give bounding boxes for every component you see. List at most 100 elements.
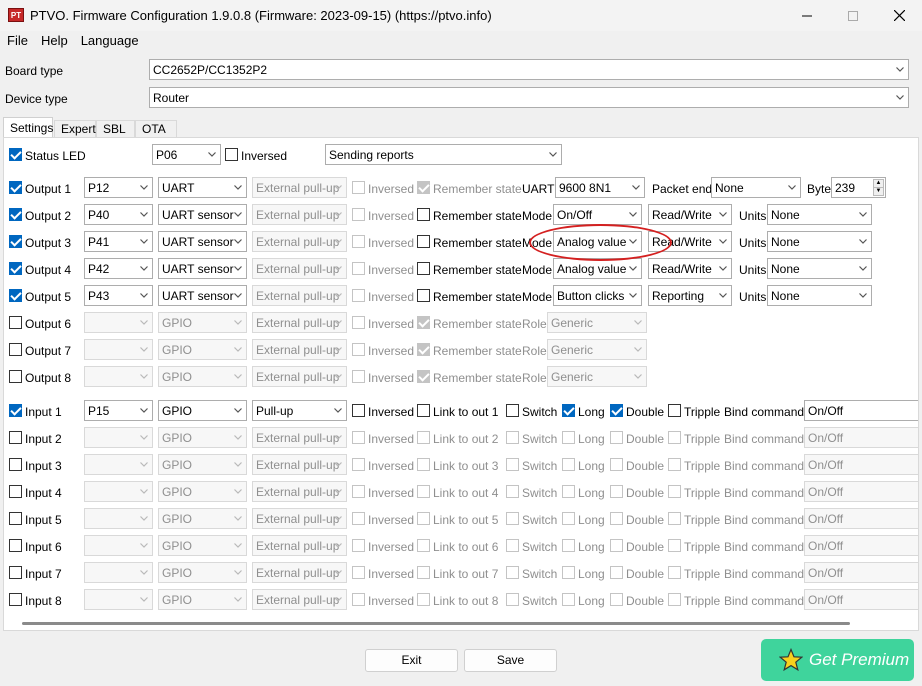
input-6-label: Input 6 (25, 540, 62, 554)
output-2-enable-checkbox[interactable] (9, 208, 22, 221)
device-type-select[interactable]: Router (149, 87, 909, 108)
output-1-baud-select[interactable]: 9600 8N1 (555, 177, 645, 198)
input-1-double-checkbox[interactable] (610, 404, 623, 417)
output-5-mode-select[interactable]: Button clicks (553, 285, 642, 306)
input-3-enable-checkbox[interactable] (9, 458, 22, 471)
output-8-enable-checkbox[interactable] (9, 370, 22, 383)
input-1-pull-select[interactable]: Pull-up (252, 400, 347, 421)
output-5-enable-checkbox[interactable] (9, 289, 22, 302)
input-5-pull-value: External pull-up (256, 512, 340, 526)
output-7-inversed-label: Inversed (368, 344, 415, 358)
input-2-inversed-label: Inversed (368, 432, 415, 446)
output-2-access-select[interactable]: Read/Write (648, 204, 732, 225)
output-4-pin-select[interactable]: P42 (84, 258, 153, 279)
input-6-inversed-label: Inversed (368, 540, 415, 554)
board-type-select[interactable]: CC2652P/CC1352P2 (149, 59, 909, 80)
output-4-mode-select[interactable]: Analog value (553, 258, 642, 279)
input-1-long-checkbox[interactable] (562, 404, 575, 417)
output-1-function-select[interactable]: UART (158, 177, 247, 198)
exit-button[interactable]: Exit (365, 649, 458, 672)
output-7-enable-checkbox[interactable] (9, 343, 22, 356)
output-5-access-select[interactable]: Reporting (648, 285, 732, 306)
tab-expert[interactable]: Expert (54, 120, 96, 137)
output-1-function-value: UART (162, 181, 195, 195)
status-led-pin-select[interactable]: P06 (152, 144, 221, 165)
chevron-down-icon (629, 239, 637, 244)
input-1-link-checkbox[interactable] (417, 404, 430, 417)
output-1-packet-end-select[interactable]: None (711, 177, 801, 198)
output-5-remember-checkbox[interactable] (417, 289, 430, 302)
chevron-down-icon (334, 239, 342, 244)
output-3-access-select[interactable]: Read/Write (648, 231, 732, 252)
input-7-enable-checkbox[interactable] (9, 566, 22, 579)
input-6-pull-value: External pull-up (256, 539, 340, 553)
output-7-remember-label: Remember state (433, 344, 522, 358)
menu-help[interactable]: Help (34, 31, 74, 51)
output-4-access-value: Read/Write (652, 262, 712, 276)
reports-mode-select[interactable]: Sending reports (325, 144, 562, 165)
status-led-inversed-checkbox[interactable] (225, 148, 238, 161)
status-led-checkbox[interactable] (9, 148, 22, 161)
input-4-bind-command-select: On/Off (804, 481, 918, 502)
output-3-mode-select[interactable]: Analog value (553, 231, 642, 252)
output-2-units-select[interactable]: None (767, 204, 872, 225)
output-4-access-select[interactable]: Read/Write (648, 258, 732, 279)
output-2-function-select[interactable]: UART sensor (158, 204, 247, 225)
board-type-row: Board type CC2652P/CC1352P2 (0, 58, 922, 84)
output-4-remember-checkbox[interactable] (417, 262, 430, 275)
get-premium-button[interactable]: Get Premium (761, 639, 914, 681)
input-1-bind-command-select[interactable]: On/Off (804, 400, 918, 421)
chevron-down-icon (140, 435, 148, 440)
chevron-down-icon (334, 489, 342, 494)
tab-ota[interactable]: OTA (135, 120, 177, 137)
output-1-byte-spinner[interactable]: 239 ▲ ▼ (831, 177, 886, 198)
output-3-pin-select[interactable]: P41 (84, 231, 153, 252)
maximize-icon[interactable] (830, 0, 876, 31)
minimize-icon[interactable] (784, 0, 830, 31)
output-2-mode-select[interactable]: On/Off (553, 204, 642, 225)
input-1-tripple-checkbox[interactable] (668, 404, 681, 417)
output-5-pin-select[interactable]: P43 (84, 285, 153, 306)
output-3-remember-checkbox[interactable] (417, 235, 430, 248)
output-6-remember-label: Remember state (433, 317, 522, 331)
input-1-pin-select[interactable]: P15 (84, 400, 153, 421)
output-4-label: Output 4 (25, 263, 72, 277)
input-8-tripple-label: Tripple (684, 594, 721, 608)
input-1-inversed-checkbox[interactable] (352, 404, 365, 417)
input-1-enable-checkbox[interactable] (9, 404, 22, 417)
input-6-enable-checkbox[interactable] (9, 539, 22, 552)
output-4-function-select[interactable]: UART sensor (158, 258, 247, 279)
chevron-down-icon (234, 570, 242, 575)
save-button[interactable]: Save (464, 649, 557, 672)
output-1-enable-checkbox[interactable] (9, 181, 22, 194)
close-icon[interactable] (876, 0, 922, 31)
input-2-enable-checkbox[interactable] (9, 431, 22, 444)
output-3-function-select[interactable]: UART sensor (158, 231, 247, 252)
output-5-function-select[interactable]: UART sensor (158, 285, 247, 306)
output-3-units-select[interactable]: None (767, 231, 872, 252)
input-5-enable-checkbox[interactable] (9, 512, 22, 525)
output-1-pin-select[interactable]: P12 (84, 177, 153, 198)
menu-language[interactable]: Language (74, 31, 145, 51)
spin-down-icon[interactable]: ▼ (873, 187, 884, 196)
input-4-pull-select: External pull-up (252, 481, 347, 502)
input-8-function-select: GPIO (158, 589, 247, 610)
menu-file[interactable]: File (0, 31, 34, 51)
tab-settings[interactable]: Settings (3, 117, 53, 138)
input-2-label: Input 2 (25, 432, 62, 446)
output-4-enable-checkbox[interactable] (9, 262, 22, 275)
output-3-enable-checkbox[interactable] (9, 235, 22, 248)
tab-sbl[interactable]: SBL (96, 120, 135, 137)
output-2-pin-select[interactable]: P40 (84, 204, 153, 225)
input-4-enable-checkbox[interactable] (9, 485, 22, 498)
output-6-enable-checkbox[interactable] (9, 316, 22, 329)
chevron-down-icon (629, 266, 637, 271)
horizontal-scrollbar[interactable] (22, 622, 850, 625)
output-2-remember-checkbox[interactable] (417, 208, 430, 221)
output-6-role-label: Role (522, 317, 547, 331)
input-1-switch-checkbox[interactable] (506, 404, 519, 417)
output-5-units-select[interactable]: None (767, 285, 872, 306)
input-1-function-select[interactable]: GPIO (158, 400, 247, 421)
input-8-enable-checkbox[interactable] (9, 593, 22, 606)
output-4-units-select[interactable]: None (767, 258, 872, 279)
